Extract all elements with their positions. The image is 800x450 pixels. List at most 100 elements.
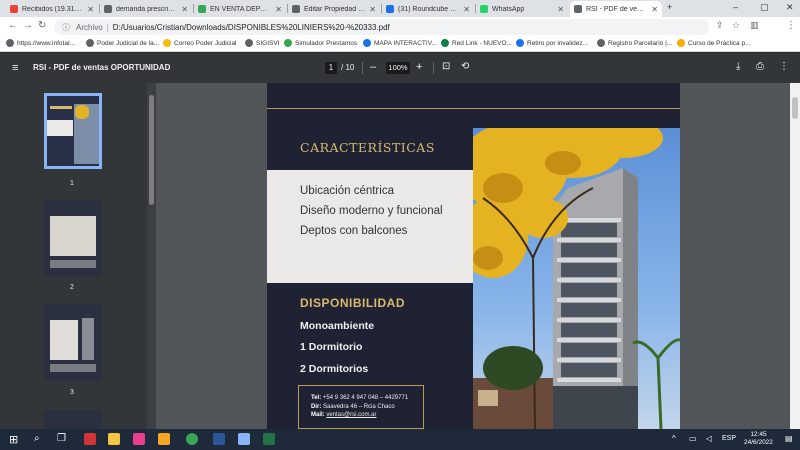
features-box: Ubicación céntrica Diseño moderno y func… <box>267 170 473 283</box>
address-bar: ← → ↻ ⓘ Archivo | D:/Usuarios/Cristian/D… <box>0 17 800 49</box>
bookmark-favicon-icon <box>86 39 94 47</box>
building-photo <box>473 128 680 429</box>
app-icon-4[interactable] <box>158 433 170 445</box>
browser-menu-icon[interactable]: ⋮ <box>786 20 796 31</box>
tab-title: WhatsApp <box>492 5 525 13</box>
bookmark-favicon-icon <box>6 39 14 47</box>
excel-icon[interactable] <box>263 433 275 445</box>
network-icon[interactable]: ▭ <box>689 434 697 443</box>
search-icon[interactable]: ⌕ <box>34 433 40 444</box>
bookmark-item[interactable]: Red Link - NUEVO... <box>441 39 512 47</box>
file-explorer-icon[interactable] <box>108 433 120 445</box>
tab-title: EN VENTA DEPARTAM <box>210 5 271 13</box>
language-indicator[interactable]: ESP <box>722 435 736 442</box>
minimize-button[interactable]: – <box>733 2 738 12</box>
close-window-button[interactable]: ✕ <box>786 2 794 13</box>
thumbnail-page-3[interactable] <box>44 304 102 380</box>
sidebar-scrollbar[interactable] <box>147 83 156 429</box>
tray-chevron-icon[interactable]: ^ <box>672 434 676 443</box>
tab-favicon-icon <box>480 5 488 13</box>
notifications-icon[interactable]: ▤ <box>785 434 793 443</box>
bookmark-item[interactable]: Curso de Práctica p... <box>677 39 751 47</box>
tab-favicon-icon <box>198 5 206 13</box>
thumbnail-label: 2 <box>70 284 74 291</box>
zoom-in-button[interactable]: + <box>416 61 422 73</box>
page-number-input[interactable]: 1 <box>325 62 337 74</box>
thumbnail-page-1[interactable] <box>44 93 102 169</box>
reload-button[interactable]: ↻ <box>38 20 46 31</box>
url-text[interactable]: D:/Usuarios/Cristian/Downloads/DISPONIBL… <box>113 23 390 32</box>
bookmark-item[interactable]: Correo Poder Judicial <box>163 39 237 47</box>
bookmark-favicon-icon <box>441 39 449 47</box>
bookmark-star-icon[interactable]: ☆ <box>732 20 740 31</box>
app-icon-7[interactable] <box>238 433 250 445</box>
bookmark-favicon-icon <box>284 39 292 47</box>
pdf-page: CARACTERÍSTICAS Ubicación céntrica Diseñ… <box>267 83 680 429</box>
bookmark-item[interactable]: MAPA INTERACTIV... <box>363 39 437 47</box>
taskbar-clock[interactable]: 12:45 24/6/2022 <box>744 431 773 447</box>
thumbnail-sidebar: 1 2 3 <box>0 83 156 429</box>
print-icon[interactable]: ⎙ <box>756 61 764 72</box>
app-icon-1[interactable] <box>84 433 96 445</box>
browser-tab[interactable]: EN VENTA DEPARTAM ✕ <box>194 1 286 17</box>
tel-value: +54 9 362 4 947 048 – 4429771 <box>322 395 409 401</box>
rotate-icon[interactable]: ⟲ <box>461 61 469 72</box>
close-tab-icon[interactable]: ✕ <box>463 5 470 14</box>
fit-page-icon[interactable]: ⊡ <box>442 61 450 72</box>
new-tab-button[interactable]: + <box>667 2 672 12</box>
browser-tab[interactable]: RSI - PDF de ventas O ✕ <box>570 1 662 17</box>
url-prefix: Archivo <box>76 22 103 32</box>
mail-link[interactable]: ventas@rsi.com.ar <box>326 412 376 418</box>
back-button[interactable]: ← <box>8 20 18 31</box>
thumbnail-page-4[interactable] <box>44 410 102 429</box>
omnibox[interactable]: ⓘ Archivo | D:/Usuarios/Cristian/Downloa… <box>54 19 709 35</box>
browser-tab[interactable]: Editar Propiedad | Pix ✕ <box>288 1 380 17</box>
bookmark-label: Curso de Práctica p... <box>688 39 751 47</box>
browser-tab[interactable]: WhatsApp ✕ <box>476 1 568 17</box>
tab-title: Editar Propiedad | Pix <box>304 5 366 13</box>
windows-start-icon[interactable]: ⊞ <box>9 433 18 446</box>
main-scrollbar[interactable] <box>790 83 800 429</box>
bookmark-label: https://www.infotar... <box>17 39 76 47</box>
close-tab-icon[interactable]: ✕ <box>181 5 188 14</box>
close-tab-icon[interactable]: ✕ <box>369 5 376 14</box>
bookmark-item[interactable]: Registro Parcelario |... <box>597 39 672 47</box>
zoom-out-button[interactable]: – <box>370 61 376 73</box>
maximize-button[interactable]: ▢ <box>760 2 769 13</box>
close-tab-icon[interactable]: ✕ <box>275 5 282 14</box>
thumbnail-page-2[interactable] <box>44 200 102 276</box>
availability-item: Monoambiente <box>300 320 375 332</box>
zoom-input[interactable]: 100% <box>386 62 410 74</box>
bookmark-item[interactable]: Poder Judicial de la... <box>86 39 159 47</box>
close-tab-icon[interactable]: ✕ <box>557 5 564 14</box>
download-icon[interactable]: ⤓ <box>736 61 740 72</box>
more-actions-icon[interactable]: ⋮ <box>779 61 789 72</box>
volume-icon[interactable]: ◁ <box>706 434 712 443</box>
share-icon[interactable]: ⇪ <box>716 20 724 31</box>
browser-tab[interactable]: demanda prescripción ✕ <box>100 1 192 17</box>
bookmark-label: SIGISVI <box>256 39 280 47</box>
menu-icon[interactable]: ≡ <box>12 62 18 74</box>
bookmark-favicon-icon <box>516 39 524 47</box>
word-icon[interactable] <box>213 433 225 445</box>
close-tab-icon[interactable]: ✕ <box>651 5 658 14</box>
task-view-icon[interactable]: ❐ <box>57 433 66 444</box>
browser-tab[interactable]: (31) Roundcube Webm ✕ <box>382 1 474 17</box>
bookmark-item[interactable]: Simulador Prestamos <box>284 39 357 47</box>
bookmark-item[interactable]: https://www.infotar... <box>6 39 75 47</box>
info-icon[interactable]: ⓘ <box>62 22 70 33</box>
tab-title: (31) Roundcube Webm <box>398 5 459 13</box>
forward-button[interactable]: → <box>23 20 33 31</box>
app-icon-3[interactable] <box>133 433 145 445</box>
close-tab-icon[interactable]: ✕ <box>87 5 94 14</box>
bookmark-item[interactable]: SIGISVI <box>245 39 279 47</box>
chrome-icon[interactable] <box>186 433 198 445</box>
bookmark-favicon-icon <box>677 39 685 47</box>
bookmark-item[interactable]: Retiro por invalidez... <box>516 39 588 47</box>
bookmark-favicon-icon <box>163 39 171 47</box>
bookmark-favicon-icon <box>245 39 253 47</box>
browser-tab[interactable]: Recibidos (19.314) - e ✕ <box>6 1 98 17</box>
side-panel-icon[interactable]: ▥ <box>750 20 759 31</box>
windows-taskbar: ⊞ ⌕ ❐ ^ ▭ ◁ ESP 12:45 24/6/2022 ▤ <box>0 429 800 450</box>
document-title: RSI - PDF de ventas OPORTUNIDAD <box>33 63 171 72</box>
